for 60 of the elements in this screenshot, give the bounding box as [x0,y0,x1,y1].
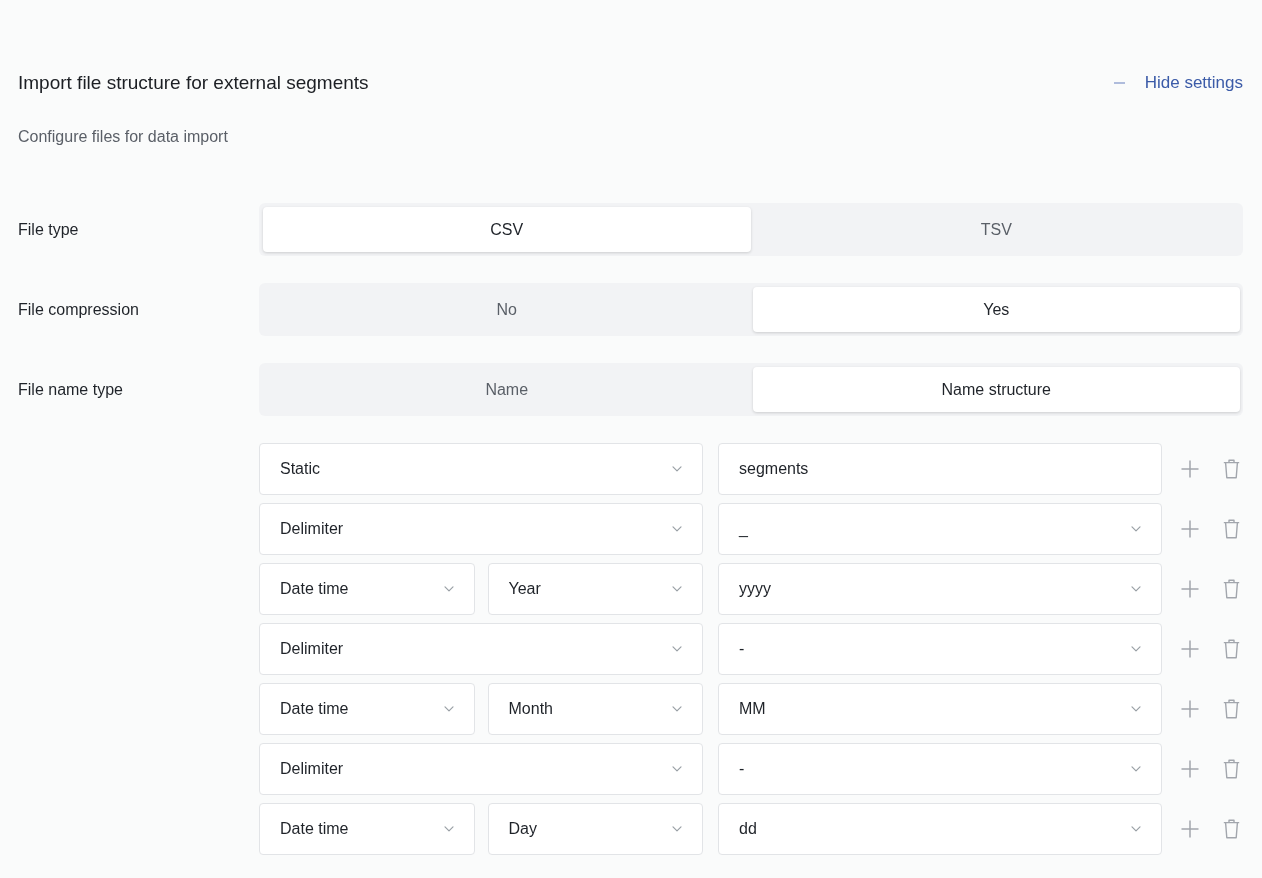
trash-icon[interactable] [1222,459,1240,479]
chevron-down-icon [672,826,682,832]
setting-label: File compression [18,300,140,319]
segment-option[interactable]: Name structure [752,367,1240,412]
chevron-down-icon [672,586,682,592]
trash-icon[interactable] [1222,579,1240,599]
chevron-down-icon [443,706,454,712]
dropdown-field[interactable]: _ [718,503,1162,555]
dropdown-field[interactable]: - [718,623,1162,675]
dropdown-field[interactable]: Day [487,803,703,855]
plus-icon[interactable] [1181,580,1199,598]
chevron-down-icon [443,586,454,592]
dropdown-field[interactable]: Year [487,563,703,615]
plus-icon[interactable] [1181,460,1199,478]
page-subtitle: Configure files for data import [18,127,229,147]
dropdown-field[interactable]: MM [718,683,1162,735]
plus-icon[interactable] [1181,820,1199,838]
dropdown-field[interactable]: Date time [259,683,475,735]
dropdown-field[interactable]: Date time [259,803,475,855]
chevron-down-icon [1131,766,1141,772]
plus-icon[interactable] [1181,520,1199,538]
chevron-down-icon [1131,826,1141,832]
minus-icon [1113,82,1125,84]
segment-option[interactable]: TSV [752,207,1240,252]
plus-icon[interactable] [1181,700,1199,718]
setting-label: File type [18,220,80,239]
page-title: Import file structure for external segments [18,71,369,95]
chevron-down-icon [672,526,682,532]
segment-option[interactable]: Name [263,367,751,412]
dropdown-field[interactable]: - [718,743,1162,795]
chevron-down-icon [1131,646,1141,652]
trash-icon[interactable] [1222,639,1240,659]
plus-icon[interactable] [1181,640,1199,658]
segment-option[interactable]: CSV [263,207,751,252]
dropdown-field[interactable]: Delimiter [259,743,703,795]
chevron-down-icon [672,646,682,652]
trash-icon[interactable] [1222,819,1240,839]
chevron-down-icon [1131,526,1141,532]
plus-icon[interactable] [1181,760,1199,778]
dropdown-field[interactable]: Date time [259,563,475,615]
dropdown-field[interactable]: Delimiter [259,623,703,675]
dropdown-field[interactable]: Static [259,443,703,495]
chevron-down-icon [1131,706,1141,712]
chevron-down-icon [443,826,454,832]
setting-label: File name type [18,380,124,399]
chevron-down-icon [672,706,682,712]
dropdown-field[interactable]: Month [487,683,703,735]
dropdown-field[interactable]: dd [718,803,1162,855]
dropdown-field[interactable]: Delimiter [259,503,703,555]
chevron-down-icon [1131,586,1141,592]
dropdown-field[interactable]: yyyy [718,563,1162,615]
chevron-down-icon [672,766,682,772]
text-input[interactable]: segments [718,443,1162,495]
chevron-down-icon [672,466,682,472]
hide-settings-button[interactable]: Hide settings [1107,68,1262,98]
segment-option[interactable]: Yes [752,287,1240,332]
trash-icon[interactable] [1222,759,1240,779]
segment-option[interactable]: No [263,287,751,332]
trash-icon[interactable] [1222,519,1240,539]
trash-icon[interactable] [1222,699,1240,719]
